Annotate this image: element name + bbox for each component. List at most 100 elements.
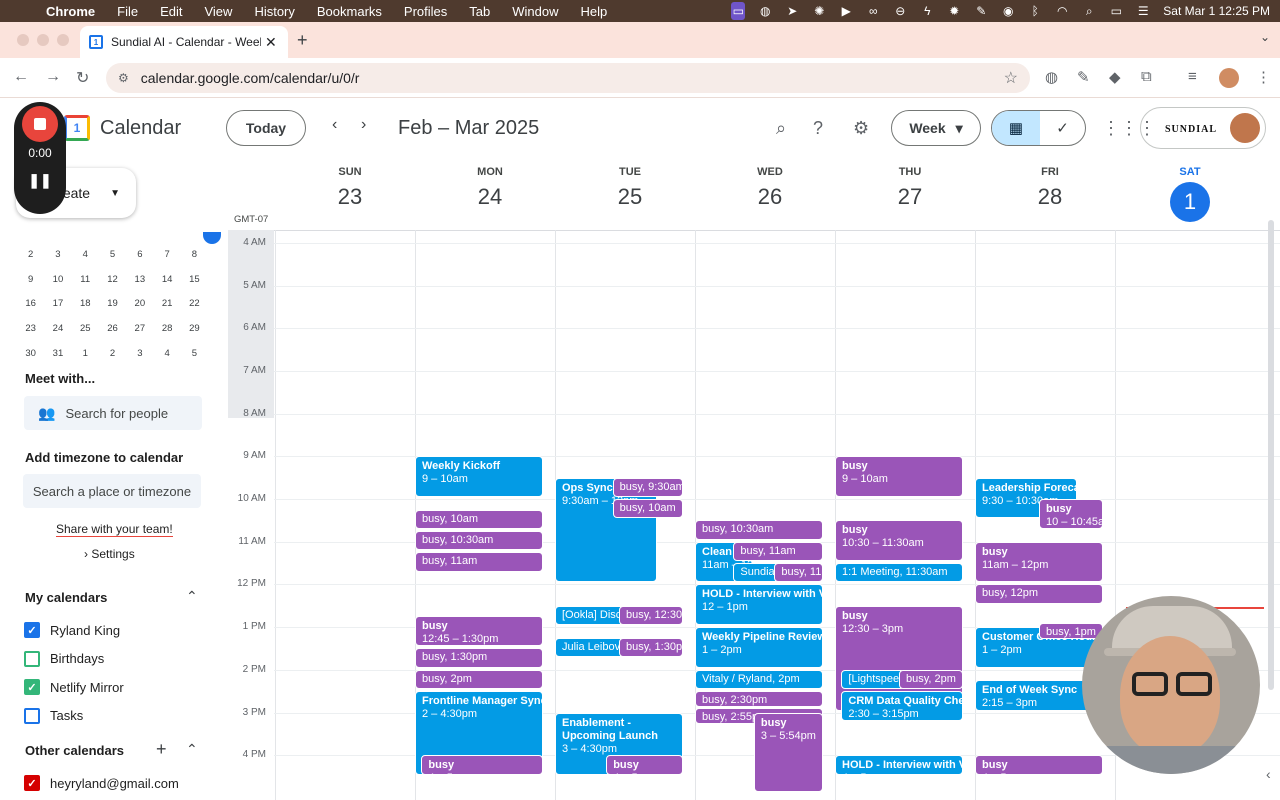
mini-day[interactable]: 8 [181,249,208,260]
sun-icon[interactable]: ✹ [947,4,961,18]
mini-day[interactable]: 15 [181,274,208,285]
calendar-checkbox[interactable] [24,650,40,667]
menubar-clock[interactable]: Sat Mar 1 12:25 PM [1163,4,1270,18]
my-calendars-heading[interactable]: My calendars [25,590,107,605]
day-number[interactable]: 1 [1170,182,1210,222]
calendar-event[interactable]: busy, 1:30pm [415,648,543,668]
menu-file[interactable]: File [117,4,138,19]
calendar-event[interactable]: busy, 10:30am [695,520,823,540]
calendar-event[interactable]: busy, 1:30pm [619,637,683,658]
bluetooth-icon[interactable]: ᛒ [1028,4,1042,18]
mini-day[interactable]: 16 [17,298,44,309]
chrome-menu-icon[interactable]: ⋮ [1256,68,1271,86]
calendar-item[interactable]: ✓ Netlify Mirror [24,679,124,695]
calendar-event[interactable]: 1:1 Meeting, 11:30am [835,563,963,583]
search-timezone-input[interactable]: Search a place or timezone [23,474,201,508]
user-icon[interactable]: ◉ [1001,4,1015,18]
battery-icon[interactable]: ▭ [1109,4,1123,18]
menu-app-name[interactable]: Chrome [46,4,95,19]
calendar-event[interactable]: busy4 – 5pm [606,755,683,775]
stop-recording-button[interactable] [22,106,58,142]
mini-day[interactable]: 11 [72,274,99,285]
account-chip[interactable]: SUNDIAL [1140,107,1266,149]
forward-icon[interactable]: → [45,68,61,86]
calendar-checkbox[interactable] [24,707,40,724]
mini-day[interactable]: 22 [181,298,208,309]
address-bar[interactable]: ⚙ calendar.google.com/calendar/u/0/r ☆ [106,63,1030,93]
menu-tab[interactable]: Tab [469,4,490,19]
mini-day[interactable]: 18 [72,298,99,309]
menu-history[interactable]: History [254,4,294,19]
mini-day[interactable]: 6 [126,249,153,260]
account-avatar[interactable] [1230,113,1260,143]
tab-search-chevron-icon[interactable]: ⌄ [1260,30,1270,44]
mini-day[interactable]: 28 [153,323,180,334]
day-number[interactable]: 24 [420,184,560,210]
side-panel-chevron-icon[interactable]: ‹ [1266,766,1271,782]
reload-icon[interactable]: ↻ [76,68,89,88]
pause-icon[interactable]: ❚❚ [14,172,66,189]
menu-window[interactable]: Window [512,4,558,19]
mini-day[interactable]: 12 [99,274,126,285]
mini-day[interactable]: 3 [126,348,153,359]
calendar-event[interactable]: busy 9 – 10am [835,456,963,497]
mini-day[interactable]: 7 [153,249,180,260]
window-zoom-button[interactable] [57,34,69,46]
menu-bookmarks[interactable]: Bookmarks [317,4,382,19]
mini-day[interactable]: 19 [99,298,126,309]
calendar-item[interactable]: Birthdays [24,650,104,667]
calendar-event[interactable]: busy, 10am [612,499,683,519]
settings-gear-icon[interactable]: ⚙ [853,118,869,139]
mini-day[interactable]: 10 [44,274,71,285]
profile-avatar[interactable] [1219,68,1239,88]
day-header[interactable]: SAT 1 [1120,160,1260,222]
new-tab-icon[interactable]: + [297,30,308,51]
calendar-event[interactable]: busy, 11:30am [774,563,823,583]
calendar-event[interactable]: busy, 10:30am [415,531,543,551]
day-header[interactable]: WED 26 [700,160,840,210]
calendar-event[interactable]: busy, 10am [415,509,543,530]
calendar-event[interactable]: Vitaly / Ryland, 2pm [695,669,823,690]
bolt-icon[interactable]: ϟ [920,4,934,18]
mini-day[interactable]: 21 [153,298,180,309]
calendar-logo[interactable]: 1 [64,115,90,141]
calendar-checkbox[interactable]: ✓ [24,679,40,695]
calendar-event[interactable]: busy, 11am [733,541,823,562]
back-icon[interactable]: ← [13,68,29,86]
calendar-item[interactable]: ✓ heyryland@gmail.com [24,775,179,791]
mini-day[interactable]: 2 [99,348,126,359]
share-link[interactable]: Share with your team! [56,522,173,537]
add-calendar-icon[interactable]: + [156,739,167,760]
calendar-view-icon[interactable]: ▦ [992,111,1040,145]
collapse-chevron-icon[interactable]: ⌃ [186,741,198,758]
window-minimize-button[interactable] [37,34,49,46]
search-icon[interactable]: ⌕ [1082,4,1096,18]
extension-pen-icon[interactable]: ✎ [1077,68,1090,86]
mini-day[interactable]: 29 [181,323,208,334]
glasses-icon[interactable]: ∞ [866,4,880,18]
menu-help[interactable]: Help [581,4,608,19]
calendar-event[interactable]: busy, 2:30pm [695,691,823,708]
calendar-event[interactable]: busy 12:45 – 1:30pm [415,616,543,647]
calendar-event[interactable]: busy, 12:30pm [619,605,683,626]
day-header[interactable]: THU 27 [840,160,980,210]
mini-day[interactable]: 5 [181,348,208,359]
calendar-item[interactable]: Tasks [24,707,83,724]
day-number[interactable]: 23 [280,184,420,210]
mini-day[interactable]: 14 [153,274,180,285]
menu-view[interactable]: View [204,4,232,19]
webcam-bubble[interactable] [1082,596,1260,774]
mini-day[interactable]: 25 [72,323,99,334]
status-icon-1[interactable]: ◍ [758,4,772,18]
day-number[interactable]: 27 [840,184,980,210]
send-icon[interactable]: ➤ [785,4,799,18]
mini-day[interactable]: 5 [99,249,126,260]
search-people-input[interactable]: 👥 Search for people [24,396,202,430]
control-center-icon[interactable]: ☰ [1136,4,1150,18]
today-button[interactable]: Today [226,110,306,146]
collapse-chevron-icon[interactable]: ⌃ [186,588,198,605]
day-number[interactable]: 26 [700,184,840,210]
mini-day[interactable]: 4 [72,249,99,260]
mini-day[interactable]: 24 [44,323,71,334]
circle-icon[interactable]: ⊖ [893,4,907,18]
